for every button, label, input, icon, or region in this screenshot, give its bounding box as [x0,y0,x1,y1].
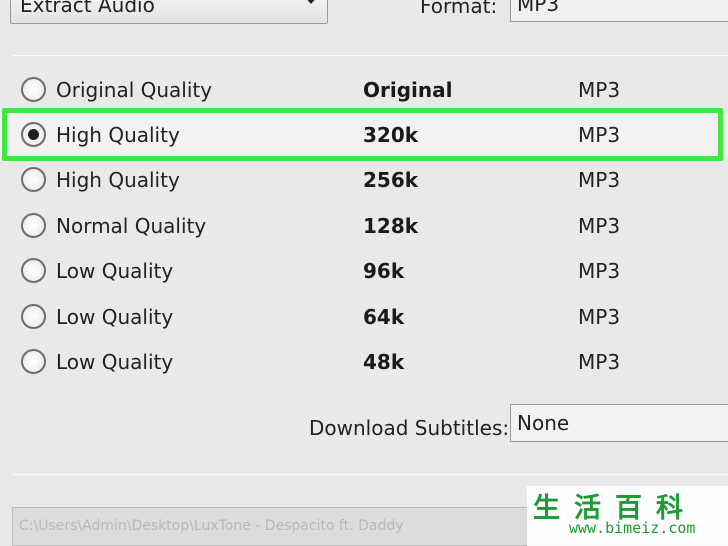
quality-label: Low Quality [56,259,174,283]
quality-option-row[interactable]: Low Quality 48k MP3 [0,340,728,384]
bitrate-value: 96k [363,259,405,283]
download-subtitles-label: Download Subtitles: [309,416,510,440]
format-value: MP3 [578,305,621,329]
bitrate-value: 48k [363,350,405,374]
quality-label: Normal Quality [56,214,207,238]
format-value: MP3 [578,78,621,102]
divider [12,55,728,56]
radio-button[interactable] [21,77,46,102]
output-path-value: C:\Users\Admin\Desktop\LuxTone - Despaci… [19,518,404,534]
bitrate-value: 128k [363,214,419,238]
bitrate-value: 64k [363,305,405,329]
quality-option-row[interactable]: High Quality 256k MP3 [0,158,728,202]
format-value: MP3 [578,214,621,238]
bitrate-value: Original [363,78,453,102]
quality-label: Original Quality [56,78,213,102]
quality-option-row[interactable]: Low Quality 96k MP3 [0,249,728,293]
quality-label: Low Quality [56,305,174,329]
format-label: Format: [420,0,498,18]
radio-button-selected[interactable] [21,122,46,147]
watermark: 生活百科 www.bimeiz.com [527,486,728,546]
format-value: MP3 [578,168,621,192]
quality-option-row[interactable]: Normal Quality 128k MP3 [0,204,728,248]
radio-button[interactable] [21,304,46,329]
radio-button[interactable] [21,349,46,374]
mode-dropdown[interactable]: Extract Audio [10,0,328,24]
format-value: MP3 [578,259,621,283]
top-bar: Extract Audio Format: MP3 [0,0,728,30]
radio-button[interactable] [21,167,46,192]
quality-label: High Quality [56,123,180,147]
quality-label: High Quality [56,168,180,192]
quality-option-row[interactable]: Low Quality 64k MP3 [0,295,728,339]
quality-option-row[interactable]: High Quality 320k MP3 [0,113,728,157]
subtitles-value: None [517,411,570,435]
bitrate-value: 320k [363,123,419,147]
divider [12,474,728,475]
mode-dropdown-value: Extract Audio [20,0,155,17]
format-value: MP3 [578,350,621,374]
bitrate-value: 256k [363,168,419,192]
quality-option-row[interactable]: Original Quality Original MP3 [0,68,728,112]
format-value: MP3 [517,0,560,16]
format-select[interactable]: MP3 [510,0,728,22]
watermark-url: www.bimeiz.com [569,519,696,537]
radio-button[interactable] [21,213,46,238]
radio-button[interactable] [21,258,46,283]
subtitles-select[interactable]: None [510,404,728,442]
quality-label: Low Quality [56,350,174,374]
format-value: MP3 [578,123,621,147]
chevron-down-icon [303,0,319,4]
